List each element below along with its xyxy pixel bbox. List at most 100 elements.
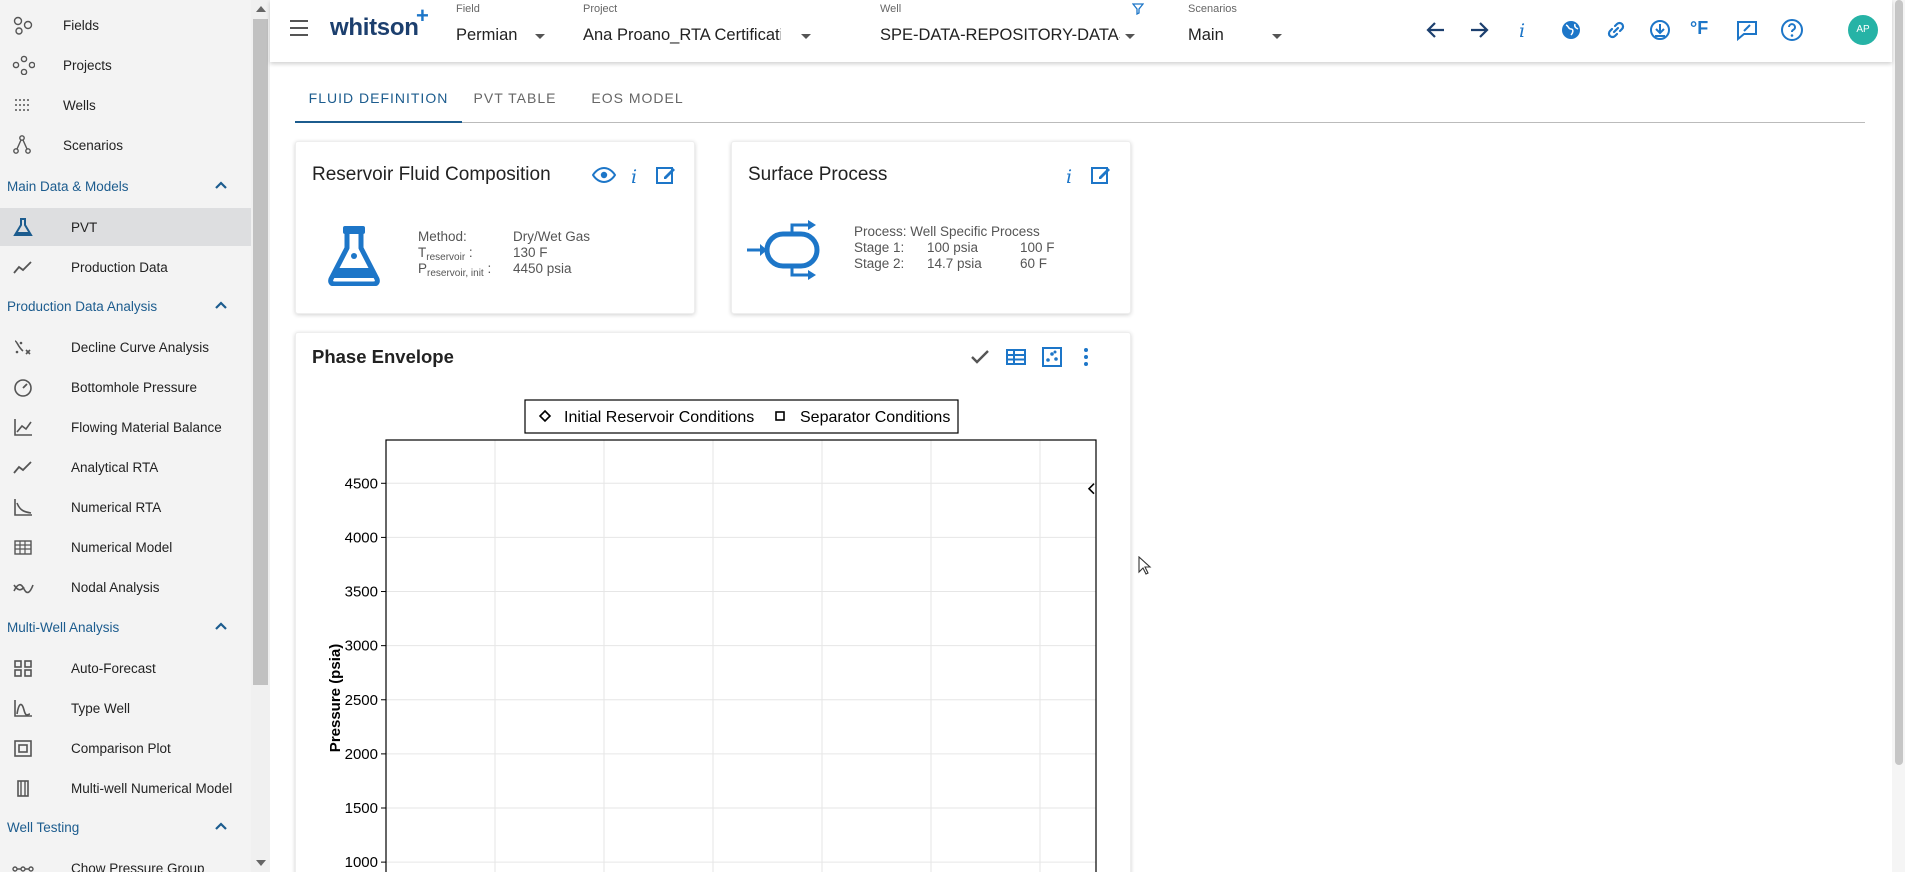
scroll-down-arrow-icon[interactable] xyxy=(256,860,266,866)
sidebar-item-multi-well-numerical-model[interactable]: Multi-well Numerical Model xyxy=(0,769,251,807)
sidebar-item-chow-pressure-group[interactable]: Chow Pressure Group xyxy=(0,849,251,872)
arrow-left-icon[interactable] xyxy=(1423,17,1449,43)
section-production-data-analysis[interactable]: Production Data Analysis xyxy=(0,288,251,324)
tab-fluid-definition[interactable]: FLUID DEFINITION xyxy=(295,78,462,123)
download-icon[interactable] xyxy=(1647,17,1673,43)
chevron-down-icon xyxy=(535,34,545,39)
tab-pvt-table[interactable]: PVT TABLE xyxy=(465,78,565,123)
project-value: Ana Proano_RTA Certification_Jan xyxy=(583,26,781,44)
t-reservoir-value: 130 F xyxy=(513,245,548,260)
info-icon[interactable]: i xyxy=(623,164,647,188)
chart-legend[interactable]: Initial Reservoir Conditions Separator C… xyxy=(524,399,959,434)
sidebar-item-numerical-rta[interactable]: Numerical RTA xyxy=(0,488,251,526)
sidebar-item-auto-forecast[interactable]: Auto-Forecast xyxy=(0,649,251,687)
filter-icon[interactable] xyxy=(1132,3,1144,15)
sidebar-item-nodal-analysis[interactable]: Nodal Analysis xyxy=(0,568,251,606)
method-value: Dry/Wet Gas xyxy=(513,229,591,244)
chevron-up-icon[interactable] xyxy=(212,818,230,836)
sidebar-item-scenarios[interactable]: Scenarios xyxy=(0,126,251,164)
scrollbar-thumb[interactable] xyxy=(253,19,268,685)
y-axis-label: Pressure (psia) xyxy=(327,644,344,752)
chevron-up-icon[interactable] xyxy=(212,177,230,195)
sidebar-item-label: Analytical RTA xyxy=(71,459,159,475)
globe-icon[interactable] xyxy=(1558,17,1584,43)
scenarios-value: Main xyxy=(1188,26,1224,44)
sidebar-item-pvt[interactable]: PVT xyxy=(0,208,251,246)
sidebar-item-label: PVT xyxy=(71,219,98,235)
sidebar-item-comparison-plot[interactable]: Comparison Plot xyxy=(0,729,251,767)
sidebar-item-label: Multi-well Numerical Model xyxy=(71,780,233,796)
temperature-unit-icon[interactable]: °F xyxy=(1690,18,1716,44)
sidebar-item-production-data[interactable]: Production Data xyxy=(0,248,251,286)
initial-reservoir-point[interactable] xyxy=(1087,483,1095,495)
flask-icon xyxy=(328,226,380,286)
sidebar-item-wells[interactable]: Wells xyxy=(0,86,251,124)
sidebar-item-decline-curve-analysis[interactable]: Decline Curve Analysis xyxy=(0,328,251,366)
p-symbol: P xyxy=(418,261,428,276)
sidebar-item-label: Numerical Model xyxy=(71,539,173,555)
stage2-temperature: 60 F xyxy=(1020,256,1048,271)
phase-envelope-chart[interactable]: 1000 1500 2000 2500 3000 3500 4000 4500 Pressur… xyxy=(296,333,1132,872)
page-scrollbar[interactable] xyxy=(1892,0,1905,872)
sidebar-item-label: Chow Pressure Group xyxy=(71,860,205,872)
info-icon[interactable]: i xyxy=(1510,17,1536,43)
scroll-up-arrow-icon[interactable] xyxy=(256,6,266,12)
chevron-up-icon[interactable] xyxy=(212,297,230,315)
process-text: Process: Well Specific Process xyxy=(854,224,1040,239)
tab-eos-model[interactable]: EOS MODEL xyxy=(585,78,690,123)
project-select[interactable]: Project Ana Proano_RTA Certification_Jan xyxy=(583,0,818,60)
well-value: SPE-DATA-REPOSITORY-DATASET xyxy=(880,26,1120,44)
legend-initial-reservoir: Initial Reservoir Conditions xyxy=(564,409,754,426)
chevron-down-icon xyxy=(1272,34,1282,39)
p-colon: : xyxy=(487,261,492,276)
help-icon[interactable] xyxy=(1779,17,1805,43)
section-multi-well-analysis[interactable]: Multi-Well Analysis xyxy=(0,609,251,645)
page-scrollbar-thumb[interactable] xyxy=(1895,0,1903,765)
sidebar-item-numerical-model[interactable]: Numerical Model xyxy=(0,528,251,566)
material-balance-icon xyxy=(14,419,32,436)
section-label: Multi-Well Analysis xyxy=(7,619,120,635)
feedback-icon[interactable] xyxy=(1734,17,1760,43)
t-symbol: T xyxy=(418,245,427,260)
menu-icon[interactable] xyxy=(290,20,310,36)
y-tick-label: 1000 xyxy=(345,854,378,871)
well-select[interactable]: Well SPE-DATA-REPOSITORY-DATASET xyxy=(880,0,1140,60)
projects-icon xyxy=(12,55,35,75)
decline-curve-icon xyxy=(14,340,31,355)
method-label: Method: xyxy=(418,229,467,244)
info-icon[interactable]: i xyxy=(1058,164,1082,188)
eye-icon[interactable] xyxy=(592,163,616,187)
nodal-analysis-icon xyxy=(13,583,34,594)
whitson-logo[interactable]: whitson + xyxy=(330,3,429,42)
scenarios-icon xyxy=(13,135,31,154)
chevron-down-icon xyxy=(801,34,811,39)
legend-separator: Separator Conditions xyxy=(800,409,950,426)
p-reservoir-label: Preservoir, init : xyxy=(418,261,491,279)
section-well-testing[interactable]: Well Testing xyxy=(0,809,251,845)
sidebar-item-label: Wells xyxy=(63,97,96,113)
sidebar-item-flowing-material-balance[interactable]: Flowing Material Balance xyxy=(0,408,251,446)
edit-icon[interactable] xyxy=(654,163,678,187)
stage2-pressure: 14.7 psia xyxy=(927,256,982,271)
avatar[interactable]: AP xyxy=(1848,15,1878,45)
separator-icon xyxy=(747,220,820,280)
type-well-icon xyxy=(14,700,32,717)
sidebar-item-analytical-rta[interactable]: Analytical RTA xyxy=(0,448,251,486)
numerical-model-icon xyxy=(14,540,32,555)
arrow-right-icon[interactable] xyxy=(1466,17,1492,43)
field-caption: Field xyxy=(456,3,480,15)
chevron-up-icon[interactable] xyxy=(212,618,230,636)
field-select[interactable]: Field Permian xyxy=(456,0,556,60)
p-reservoir-value: 4450 psia xyxy=(513,261,572,276)
sidebar-item-bottomhole-pressure[interactable]: Bottomhole Pressure xyxy=(0,368,251,406)
sidebar-item-type-well[interactable]: Type Well xyxy=(0,689,251,727)
reservoir-card-title: Reservoir Fluid Composition xyxy=(312,164,551,185)
sidebar-scrollbar[interactable] xyxy=(251,0,270,872)
sidebar-item-label: Numerical RTA xyxy=(71,499,162,515)
section-main-data-models[interactable]: Main Data & Models xyxy=(0,168,251,204)
sidebar-item-projects[interactable]: Projects xyxy=(0,46,251,84)
edit-icon[interactable] xyxy=(1089,163,1113,187)
scenarios-select[interactable]: Scenarios Main xyxy=(1188,0,1288,60)
link-icon[interactable] xyxy=(1603,17,1629,43)
sidebar-item-fields[interactable]: Fields xyxy=(0,6,251,44)
